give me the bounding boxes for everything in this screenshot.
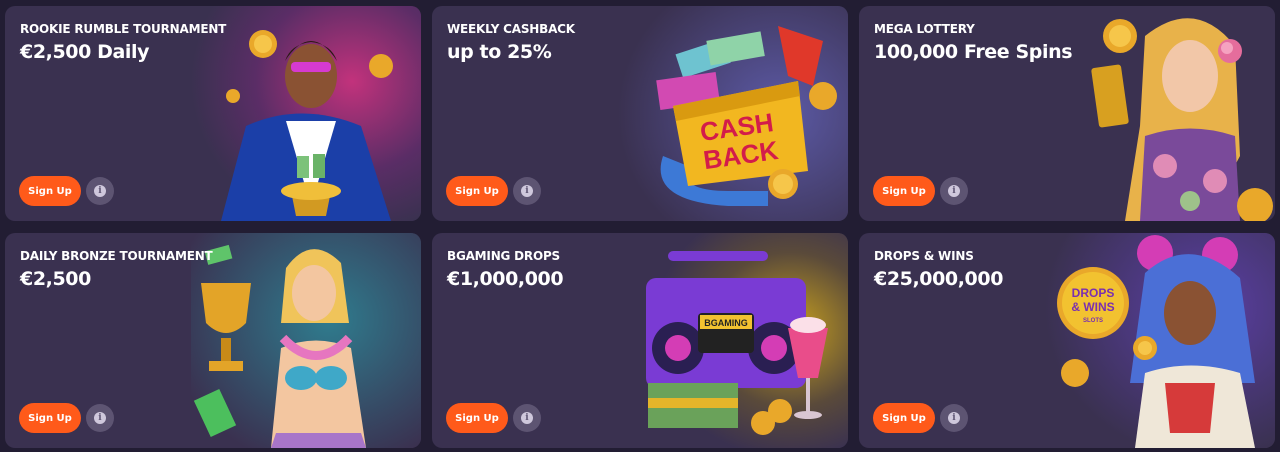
promo-title: DAILY BRONZE TOURNAMENT [20,249,213,263]
art-text-wins: & WINS [1071,300,1114,314]
sign-up-button[interactable]: Sign Up [873,403,935,433]
info-icon: i [94,185,106,197]
info-button[interactable]: i [86,404,114,432]
info-button[interactable]: i [940,404,968,432]
sign-up-button[interactable]: Sign Up [446,176,508,206]
sign-up-button[interactable]: Sign Up [19,176,81,206]
promo-art-businessman-trophy [191,6,421,221]
promo-card-mega-lottery[interactable]: MEGA LOTTERY 100,000 Free Spins Sign Up … [859,6,1275,221]
info-button[interactable]: i [86,177,114,205]
promo-prize: €2,500 [20,268,91,290]
promo-art-lottery-woman [1045,6,1275,221]
promo-prize: €25,000,000 [874,268,1004,290]
promo-prize: up to 25% [447,41,552,63]
promo-card-bgaming-drops[interactable]: BGAMING BGAMING DROPS €1,000,000 Sign Up… [432,233,848,448]
art-text-slots: SLOTS [1083,318,1103,324]
info-icon: i [948,412,960,424]
promotions-grid: ROOKIE RUMBLE TOURNAMENT €2,500 Daily Si… [0,0,1280,452]
art-text-bgaming: BGAMING [704,318,748,328]
promo-prize: 100,000 Free Spins [874,41,1073,63]
art-text-drops: DROPS [1072,286,1115,300]
promo-title: BGAMING DROPS [447,249,560,263]
promo-art-trophy-woman [191,233,421,448]
promo-art-boombox: BGAMING [618,233,848,448]
info-button[interactable]: i [513,177,541,205]
promo-title: WEEKLY CASHBACK [447,22,575,36]
promo-art-cashback-wallet: CASH BACK [618,6,848,221]
info-icon: i [521,412,533,424]
sign-up-button[interactable]: Sign Up [446,403,508,433]
promo-card-weekly-cashback[interactable]: CASH BACK WEEKLY CASHBACK up to 25% Sign… [432,6,848,221]
sign-up-button[interactable]: Sign Up [19,403,81,433]
info-icon: i [948,185,960,197]
promo-title: DROPS & WINS [874,249,974,263]
promo-card-drops-wins[interactable]: DROPS & WINS SLOTS DROPS & WINS €25,000,… [859,233,1275,448]
sign-up-button[interactable]: Sign Up [873,176,935,206]
promo-title: MEGA LOTTERY [874,22,975,36]
promo-prize: €2,500 Daily [20,41,150,63]
promo-card-rookie-rumble[interactable]: ROOKIE RUMBLE TOURNAMENT €2,500 Daily Si… [5,6,421,221]
promo-title: ROOKIE RUMBLE TOURNAMENT [20,22,227,36]
info-button[interactable]: i [513,404,541,432]
promo-art-drops-wins-woman: DROPS & WINS SLOTS [1045,233,1275,448]
promo-prize: €1,000,000 [447,268,564,290]
info-button[interactable]: i [940,177,968,205]
promo-card-daily-bronze[interactable]: DAILY BRONZE TOURNAMENT €2,500 Sign Up i [5,233,421,448]
info-icon: i [94,412,106,424]
info-icon: i [521,185,533,197]
